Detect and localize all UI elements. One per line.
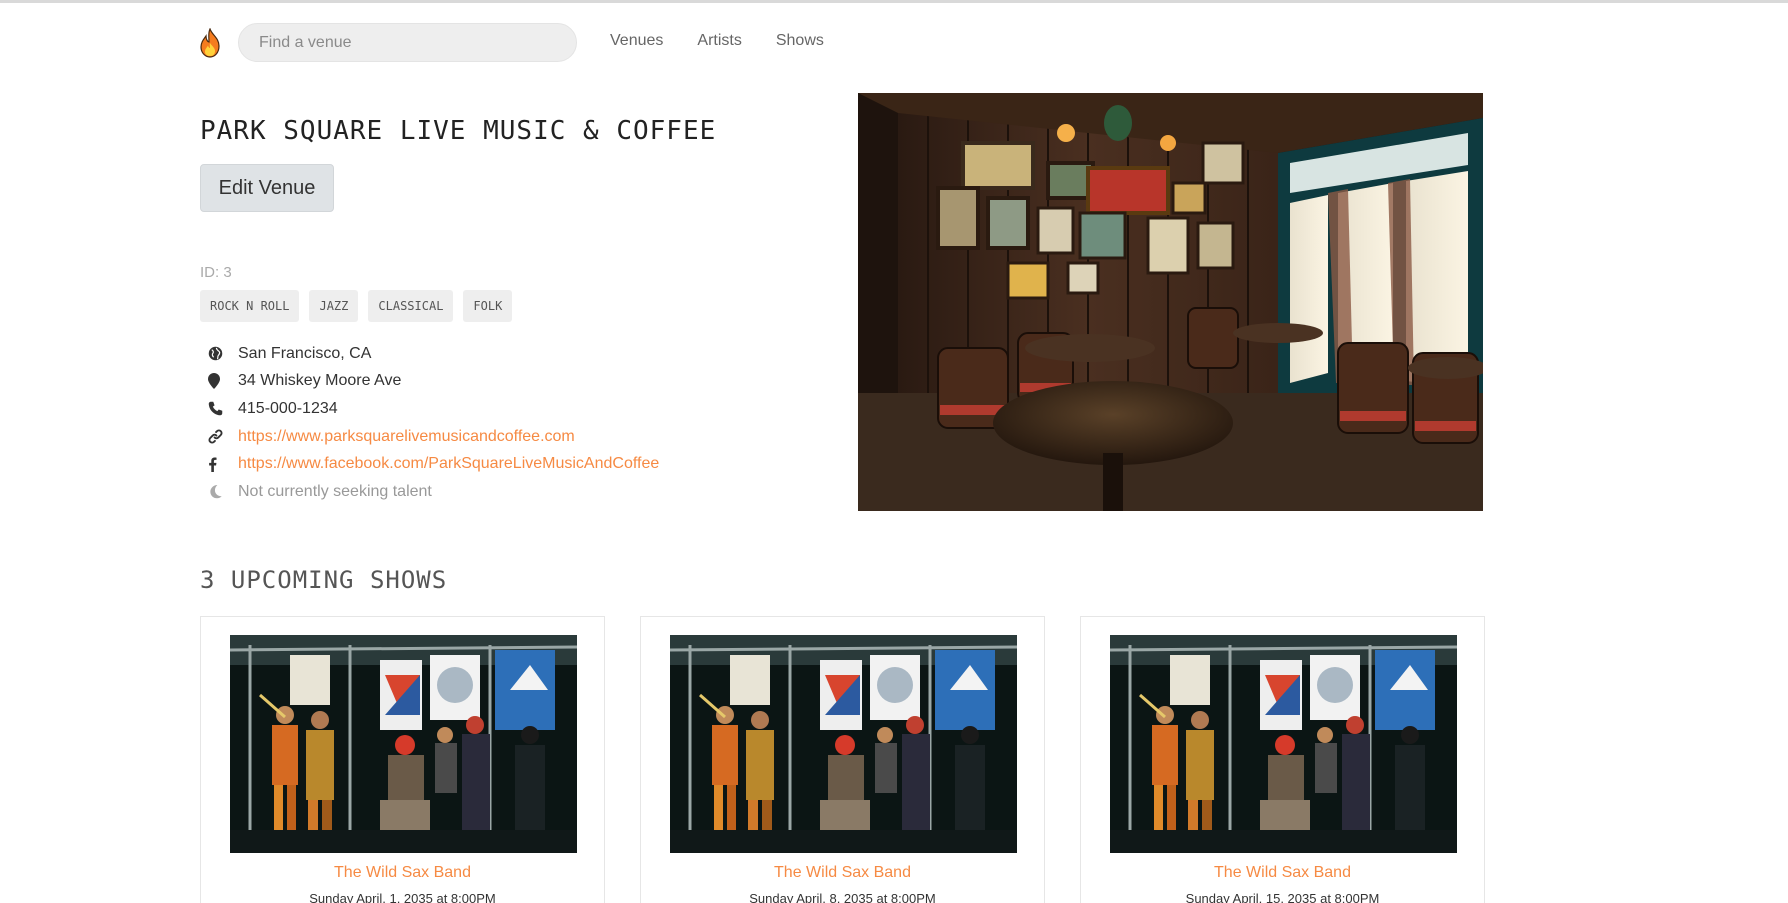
facebook-icon (200, 457, 238, 472)
seeking-status: Not currently seeking talent (238, 482, 432, 500)
map-pin-icon (200, 373, 238, 390)
venue-address: 34 Whiskey Moore Ave (238, 372, 402, 390)
genre-tag: CLASSICAL (368, 290, 454, 322)
phone-icon (200, 401, 238, 416)
show-card[interactable]: The Wild Sax Band Sunday April, 1, 2035 … (200, 616, 605, 903)
genre-tag: FOLK (463, 290, 513, 322)
navbar: Venues Artists Shows (0, 3, 1788, 75)
link-icon (200, 429, 238, 444)
show-time: Sunday April, 1, 2035 at 8:00PM (309, 891, 496, 903)
moon-icon (200, 484, 238, 499)
upcoming-shows-list: The Wild Sax Band Sunday April, 1, 2035 … (200, 616, 1485, 903)
info-website: https://www.parksquarelivemusicandcoffee… (200, 423, 659, 451)
search-input[interactable] (238, 23, 577, 62)
upcoming-shows-title: 3 UPCOMING SHOWS (200, 566, 448, 594)
show-photo (1110, 635, 1457, 853)
venue-phone: 415-000-1234 (238, 399, 338, 417)
genre-tags: ROCK N ROLL JAZZ CLASSICAL FOLK (200, 290, 513, 322)
venue-id: ID: 3 (200, 264, 232, 281)
venue-location: San Francisco, CA (238, 344, 372, 362)
venue-photo (858, 93, 1483, 511)
nav-link-artists[interactable]: Artists (697, 32, 741, 50)
venue-title: PARK SQUARE LIVE MUSIC & COFFEE (200, 116, 717, 146)
genre-tag: JAZZ (309, 290, 359, 322)
info-location: San Francisco, CA (200, 340, 659, 368)
genre-tag: ROCK N ROLL (200, 290, 300, 322)
show-artist-link[interactable]: The Wild Sax Band (1081, 864, 1484, 882)
info-address: 34 Whiskey Moore Ave (200, 368, 659, 396)
nav-link-venues[interactable]: Venues (610, 32, 663, 50)
show-artist-link[interactable]: The Wild Sax Band (641, 864, 1044, 882)
show-card[interactable]: The Wild Sax Band Sunday April, 15, 2035… (1080, 616, 1485, 903)
show-artist-link[interactable]: The Wild Sax Band (201, 864, 604, 882)
globe-icon (200, 346, 238, 361)
nav-link-shows[interactable]: Shows (776, 32, 824, 50)
edit-venue-button[interactable]: Edit Venue (200, 164, 334, 212)
show-photo (230, 635, 577, 853)
venue-facebook-link[interactable]: https://www.facebook.com/ParkSquareLiveM… (238, 455, 659, 473)
venue-website-link[interactable]: https://www.parksquarelivemusicandcoffee… (238, 428, 575, 446)
info-facebook: https://www.facebook.com/ParkSquareLiveM… (200, 450, 659, 478)
flame-icon[interactable] (199, 27, 221, 58)
nav-links: Venues Artists Shows (610, 32, 858, 50)
show-time: Sunday April, 8, 2035 at 8:00PM (749, 891, 936, 903)
venue-info-list: San Francisco, CA 34 Whiskey Moore Ave 4… (200, 340, 659, 506)
show-photo (670, 635, 1017, 853)
show-time: Sunday April, 15, 2035 at 8:00PM (1185, 891, 1380, 903)
info-seeking: Not currently seeking talent (200, 478, 659, 506)
info-phone: 415-000-1234 (200, 395, 659, 423)
show-card[interactable]: The Wild Sax Band Sunday April, 8, 2035 … (640, 616, 1045, 903)
